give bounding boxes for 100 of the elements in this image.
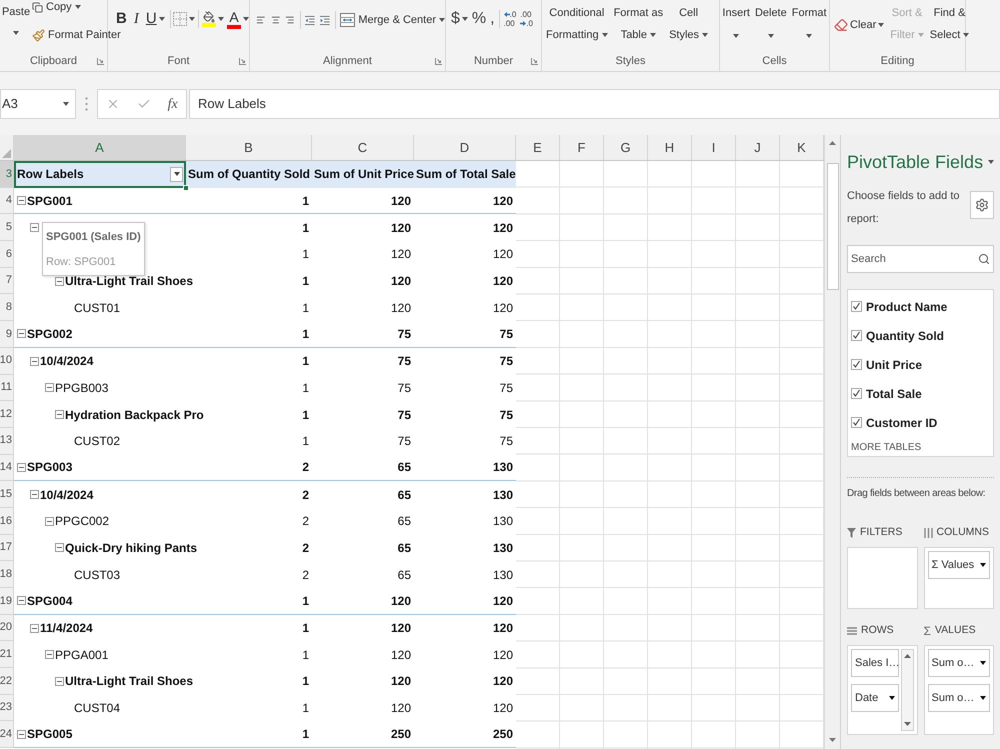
- dialog-launcher-icon[interactable]: [530, 58, 538, 64]
- row-header[interactable]: 16: [0, 508, 14, 535]
- search-field[interactable]: Search: [847, 245, 994, 273]
- row-header[interactable]: 21: [0, 641, 14, 668]
- row-header[interactable]: 7: [0, 268, 14, 294]
- field-name[interactable]: Product Name: [866, 298, 948, 316]
- checkbox[interactable]: [851, 417, 862, 428]
- minus-box-icon[interactable]: [30, 490, 39, 500]
- checkbox[interactable]: [851, 301, 862, 312]
- minus-box-icon[interactable]: [55, 276, 64, 286]
- field-name[interactable]: Customer ID: [866, 414, 938, 432]
- number-format-button[interactable]: %: [472, 8, 486, 30]
- minus-box-icon[interactable]: [17, 196, 26, 206]
- settings-button[interactable]: [970, 191, 994, 219]
- area-field-button[interactable]: Sum o…: [928, 684, 990, 712]
- up-arrow-icon[interactable]: [829, 141, 836, 145]
- row-header[interactable]: 9: [0, 321, 14, 348]
- name-box[interactable]: A3: [0, 89, 76, 119]
- increase-decimal-button[interactable]: .0 .00: [504, 10, 516, 28]
- row-header[interactable]: 5: [0, 214, 14, 242]
- minus-box-icon[interactable]: [55, 410, 64, 420]
- drag-handle-icon[interactable]: [85, 97, 88, 111]
- column-header[interactable]: E: [516, 135, 560, 160]
- number-format-button[interactable]: $: [451, 8, 468, 30]
- minus-box-icon[interactable]: [45, 516, 54, 526]
- bold-button[interactable]: B: [114, 8, 129, 30]
- area-field-button[interactable]: Date: [851, 684, 898, 712]
- cells-button[interactable]: Delete: [754, 6, 787, 38]
- row-header[interactable]: 8: [0, 294, 14, 322]
- dialog-launcher-icon[interactable]: [434, 58, 442, 64]
- row-header[interactable]: 11: [0, 374, 14, 402]
- minus-box-icon[interactable]: [30, 356, 39, 366]
- field-name[interactable]: Total Sale: [866, 384, 922, 402]
- style-gallery-button[interactable]: Format as Table: [614, 6, 664, 42]
- paste-button[interactable]: Paste: [2, 0, 30, 51]
- clear-button[interactable]: Clear: [834, 17, 884, 34]
- row-header[interactable]: 23: [0, 694, 14, 722]
- italic-button[interactable]: I: [132, 8, 141, 30]
- column-header[interactable]: I: [692, 135, 736, 160]
- row-header[interactable]: 3: [0, 161, 14, 188]
- formula-field[interactable]: Row Labels: [189, 89, 1000, 119]
- minus-box-icon[interactable]: [17, 462, 26, 472]
- row-header[interactable]: 24: [0, 721, 14, 748]
- copy-button[interactable]: Copy: [32, 0, 81, 14]
- column-header[interactable]: G: [604, 135, 648, 160]
- down-arrow-icon[interactable]: [904, 722, 910, 726]
- area-field-button[interactable]: Σ Values: [928, 551, 990, 579]
- minus-box-icon[interactable]: [55, 676, 64, 686]
- field-name[interactable]: Unit Price: [866, 356, 922, 374]
- insert-function-button[interactable]: fx: [168, 94, 178, 114]
- style-gallery-button[interactable]: Conditional Formatting: [546, 6, 608, 42]
- row-header[interactable]: 10: [0, 348, 14, 374]
- minus-box-icon[interactable]: [55, 543, 64, 552]
- row-header[interactable]: 12: [0, 401, 14, 428]
- dialog-launcher-icon[interactable]: [96, 58, 104, 64]
- down-arrow-icon[interactable]: [829, 738, 836, 742]
- row-header[interactable]: 15: [0, 481, 14, 508]
- row-header[interactable]: 4: [0, 188, 14, 214]
- row-header[interactable]: 6: [0, 241, 14, 268]
- minus-box-icon[interactable]: [17, 596, 26, 606]
- fill-handle-icon[interactable]: [183, 184, 189, 191]
- more-tables-link[interactable]: MORE TABLES: [851, 440, 993, 455]
- drop-area[interactable]: Sales I… Date: [847, 645, 918, 735]
- font-color-button[interactable]: A: [227, 8, 249, 30]
- merge-center-button[interactable]: Merge & Center: [340, 12, 445, 28]
- style-gallery-button[interactable]: Cell Styles: [669, 6, 708, 42]
- minus-box-icon[interactable]: [30, 624, 39, 633]
- underline-button[interactable]: U: [144, 8, 167, 30]
- column-header[interactable]: J: [736, 135, 780, 160]
- cells-button[interactable]: Format: [792, 6, 827, 38]
- increase-indent-icon[interactable]: [320, 14, 330, 26]
- minus-box-icon[interactable]: [45, 650, 54, 660]
- scroll-thumb[interactable]: [826, 163, 838, 290]
- empty-cells-grid[interactable]: [516, 161, 824, 749]
- column-header[interactable]: F: [560, 135, 604, 160]
- column-header[interactable]: D: [414, 135, 516, 160]
- drop-area[interactable]: Σ Values: [924, 547, 994, 609]
- decrease-indent-icon[interactable]: [305, 14, 316, 26]
- area-field-button[interactable]: Sales I…: [851, 649, 898, 677]
- row-header[interactable]: 18: [0, 561, 14, 588]
- number-format-button[interactable]: ,: [490, 8, 495, 30]
- row-header[interactable]: 22: [0, 668, 14, 695]
- editing-button[interactable]: Find & Select: [930, 6, 970, 42]
- row-header[interactable]: 17: [0, 534, 14, 562]
- column-header[interactable]: C: [312, 135, 414, 160]
- column-header[interactable]: A: [14, 135, 186, 160]
- row-header[interactable]: 19: [0, 588, 14, 615]
- minus-box-icon[interactable]: [45, 383, 54, 392]
- decrease-decimal-button[interactable]: .00 .0: [520, 10, 533, 28]
- row-header[interactable]: 13: [0, 428, 14, 455]
- checkbox[interactable]: [851, 388, 862, 399]
- area-field-button[interactable]: Sum o…: [928, 649, 990, 677]
- field-name[interactable]: Quantity Sold: [866, 326, 944, 344]
- drop-area[interactable]: Sum o… Sum o…: [924, 645, 994, 735]
- column-heading[interactable]: Sum of Quantity Sold: [186, 161, 312, 188]
- checkbox[interactable]: [851, 359, 862, 370]
- cells-button[interactable]: Insert: [722, 6, 750, 38]
- column-heading[interactable]: Row Labels: [14, 161, 186, 188]
- up-arrow-icon[interactable]: [904, 654, 910, 658]
- column-heading[interactable]: Sum of Total Sale: [414, 161, 516, 188]
